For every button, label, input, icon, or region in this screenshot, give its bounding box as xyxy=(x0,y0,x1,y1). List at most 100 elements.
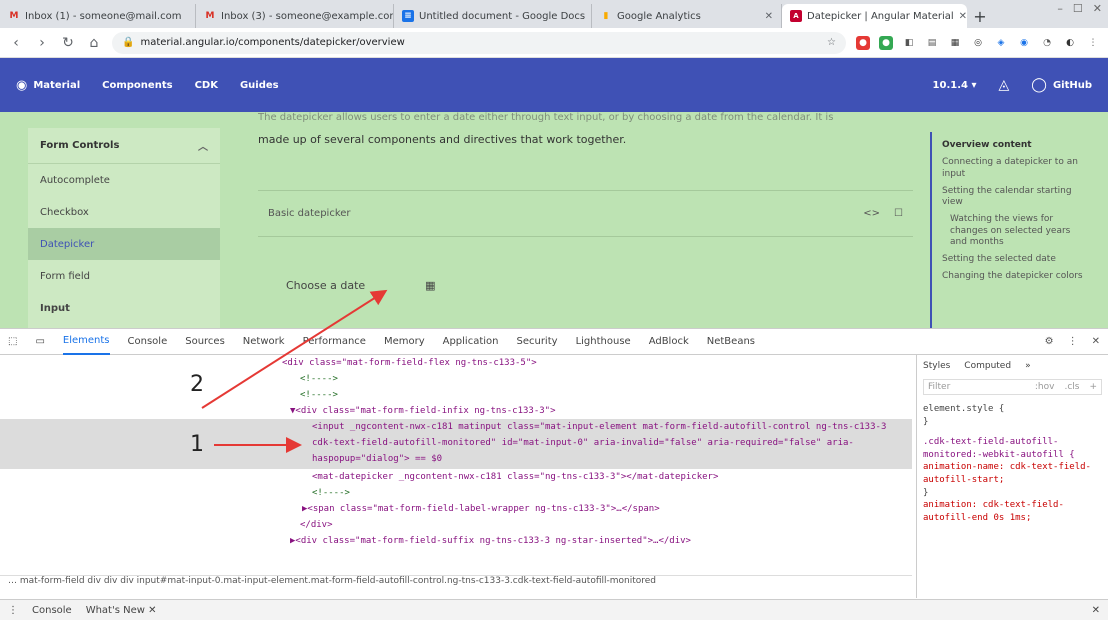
dom-node[interactable]: <mat-datepicker _ngcontent-nwx-c181 clas… xyxy=(0,469,912,485)
style-line[interactable]: animation: cdk-text-field-autofill-end 0… xyxy=(923,499,1102,524)
browser-tab[interactable]: M Inbox (3) - someone@example.com xyxy=(196,4,394,28)
style-line[interactable]: .cdk-text-field-autofill-monitored:-webk… xyxy=(923,436,1102,461)
close-devtools-icon[interactable]: ✕ xyxy=(1092,336,1100,347)
extension-icon[interactable]: ◎ xyxy=(971,36,985,50)
filter-input[interactable]: Filter xyxy=(928,382,950,392)
sidenav-item-autocomplete[interactable]: Autocomplete xyxy=(28,164,220,196)
more-options-icon[interactable]: ⋮ xyxy=(1068,336,1078,347)
sidenav-item-form-field[interactable]: Form field xyxy=(28,260,220,292)
extension-icon[interactable]: ◉ xyxy=(1017,36,1031,50)
adblock-icon[interactable]: ● xyxy=(856,35,870,50)
drawer-tab-console[interactable]: Console xyxy=(32,605,72,616)
style-line[interactable]: element.style { xyxy=(923,403,1102,416)
nav-cdk[interactable]: CDK xyxy=(195,80,218,91)
style-line[interactable]: animation-name: cdk-text-field-autofill-… xyxy=(923,461,1102,486)
toc-item[interactable]: Setting the selected date xyxy=(942,254,1090,265)
sidenav-item-datepicker[interactable]: Datepicker xyxy=(28,228,220,260)
more-tabs-icon[interactable]: » xyxy=(1025,361,1031,371)
star-icon[interactable]: ☆ xyxy=(827,37,836,48)
dom-node[interactable]: ▼<div class="mat-form-field-infix ng-tns… xyxy=(0,403,912,419)
inspect-icon[interactable]: ⬚ xyxy=(8,336,17,347)
github-icon[interactable]: ◯ xyxy=(1031,77,1047,93)
nav-components[interactable]: Components xyxy=(102,80,172,91)
toc-item[interactable]: Setting the calendar starting view xyxy=(942,186,1090,209)
browser-tab[interactable]: ≡ Untitled document - Google Docs xyxy=(394,4,592,28)
extension-icon[interactable]: ◈ xyxy=(994,36,1008,50)
tab-computed[interactable]: Computed xyxy=(964,361,1011,371)
dom-node[interactable]: ▶<span class="mat-form-field-label-wrapp… xyxy=(0,501,912,517)
datepicker-field[interactable]: Choose a date ▦ xyxy=(286,279,436,292)
tab-memory[interactable]: Memory xyxy=(384,336,425,347)
toc-item[interactable]: Changing the datepicker colors xyxy=(942,271,1090,282)
extension-icon[interactable]: ◧ xyxy=(902,36,916,50)
tab-network[interactable]: Network xyxy=(243,336,285,347)
dom-node[interactable]: <div class="mat-form-field-flex ng-tns-c… xyxy=(0,355,912,371)
browser-tab-active[interactable]: A Datepicker | Angular Material ✕ xyxy=(782,4,967,28)
settings-gear-icon[interactable]: ⚙ xyxy=(1045,336,1054,347)
tab-performance[interactable]: Performance xyxy=(303,336,366,347)
browser-tab[interactable]: ▮ Google Analytics ✕ xyxy=(592,4,782,28)
toc-item[interactable]: Watching the views for changes on select… xyxy=(942,214,1090,248)
tab-netbeans[interactable]: NetBeans xyxy=(707,336,755,347)
url-field[interactable]: 🔒 material.angular.io/components/datepic… xyxy=(112,31,846,54)
sidenav-item-input[interactable]: Input xyxy=(28,292,220,324)
extension-icon[interactable]: ▦ xyxy=(948,36,962,50)
maximize-button[interactable]: ☐ xyxy=(1073,2,1083,15)
open-stackblitz-icon[interactable]: ☐ xyxy=(894,208,903,219)
devtools-panel: ⬚ ▭ Elements Console Sources Network Per… xyxy=(0,328,1108,620)
dom-node[interactable]: </div> xyxy=(0,517,912,533)
calendar-icon[interactable]: ▦ xyxy=(425,279,435,292)
chevron-up-icon: ︿ xyxy=(198,142,208,153)
tab-security[interactable]: Security xyxy=(516,336,557,347)
dom-comment[interactable]: <!----> xyxy=(0,387,912,403)
browser-tab[interactable]: M Inbox (1) - someone@mail.com xyxy=(0,4,196,28)
hover-toggle[interactable]: :hov xyxy=(1035,382,1055,392)
drawer-tab-whats-new[interactable]: What's New ✕ xyxy=(86,605,157,616)
class-toggle[interactable]: .cls xyxy=(1064,382,1079,392)
tab-console[interactable]: Console xyxy=(128,336,168,347)
close-icon[interactable]: ✕ xyxy=(959,11,967,22)
dom-node[interactable]: ▶<div class="mat-form-field-suffix ng-tn… xyxy=(0,533,912,549)
version-select[interactable]: 10.1.4 ▾ xyxy=(933,80,977,91)
github-link[interactable]: GitHub xyxy=(1053,80,1092,91)
styles-filter[interactable]: Filter :hov .cls + xyxy=(923,379,1102,395)
tab-styles[interactable]: Styles xyxy=(923,361,950,371)
extension-icon[interactable]: ● xyxy=(879,35,893,50)
device-toolbar-icon[interactable]: ▭ xyxy=(35,336,44,347)
home-icon[interactable]: ⌂ xyxy=(86,35,102,51)
back-icon[interactable]: ‹ xyxy=(8,35,24,51)
element-breadcrumb[interactable]: … mat-form-field div div div input#mat-i… xyxy=(0,575,912,591)
reload-icon[interactable]: ↻ xyxy=(60,35,76,51)
dom-node-selected[interactable]: <input _ngcontent-nwx-c181 matinput clas… xyxy=(0,419,912,469)
drawer-menu-icon[interactable]: ⋮ xyxy=(8,605,18,616)
tab-elements[interactable]: Elements xyxy=(62,329,110,355)
address-bar: ‹ › ↻ ⌂ 🔒 material.angular.io/components… xyxy=(0,28,1108,58)
sidenav-item-checkbox[interactable]: Checkbox xyxy=(28,196,220,228)
sidenav-section[interactable]: Form Controls ︿ xyxy=(28,128,220,164)
tab-application[interactable]: Application xyxy=(443,336,499,347)
close-window-button[interactable]: ✕ xyxy=(1093,2,1102,15)
profile-icon[interactable]: ◐ xyxy=(1063,36,1077,50)
tab-adblock[interactable]: AdBlock xyxy=(649,336,689,347)
extension-icon[interactable]: ▤ xyxy=(925,36,939,50)
close-drawer-icon[interactable]: ✕ xyxy=(1092,605,1100,616)
toc-item[interactable]: Connecting a datepicker to an input xyxy=(942,157,1090,180)
forward-icon[interactable]: › xyxy=(34,35,50,51)
theme-icon[interactable]: ◬ xyxy=(998,77,1009,93)
dom-comment[interactable]: <!----> xyxy=(0,485,912,501)
view-code-icon[interactable]: <> xyxy=(863,208,880,219)
extension-icon[interactable]: ◔ xyxy=(1040,36,1054,50)
tab-lighthouse[interactable]: Lighthouse xyxy=(576,336,631,347)
browser-tab-bar: M Inbox (1) - someone@mail.com M Inbox (… xyxy=(0,0,1108,28)
minimize-button[interactable]: – xyxy=(1057,2,1063,15)
add-rule-button[interactable]: + xyxy=(1089,382,1097,392)
date-input-label[interactable]: Choose a date xyxy=(286,279,365,292)
site-logo-text[interactable]: Material xyxy=(33,80,80,91)
menu-icon[interactable]: ⋮ xyxy=(1086,36,1100,50)
close-icon[interactable]: ✕ xyxy=(765,11,773,22)
new-tab-button[interactable]: + xyxy=(967,4,993,28)
dom-comment[interactable]: <!----> xyxy=(0,371,912,387)
tab-sources[interactable]: Sources xyxy=(185,336,225,347)
nav-guides[interactable]: Guides xyxy=(240,80,279,91)
material-logo-icon[interactable]: ◉ xyxy=(16,78,27,93)
